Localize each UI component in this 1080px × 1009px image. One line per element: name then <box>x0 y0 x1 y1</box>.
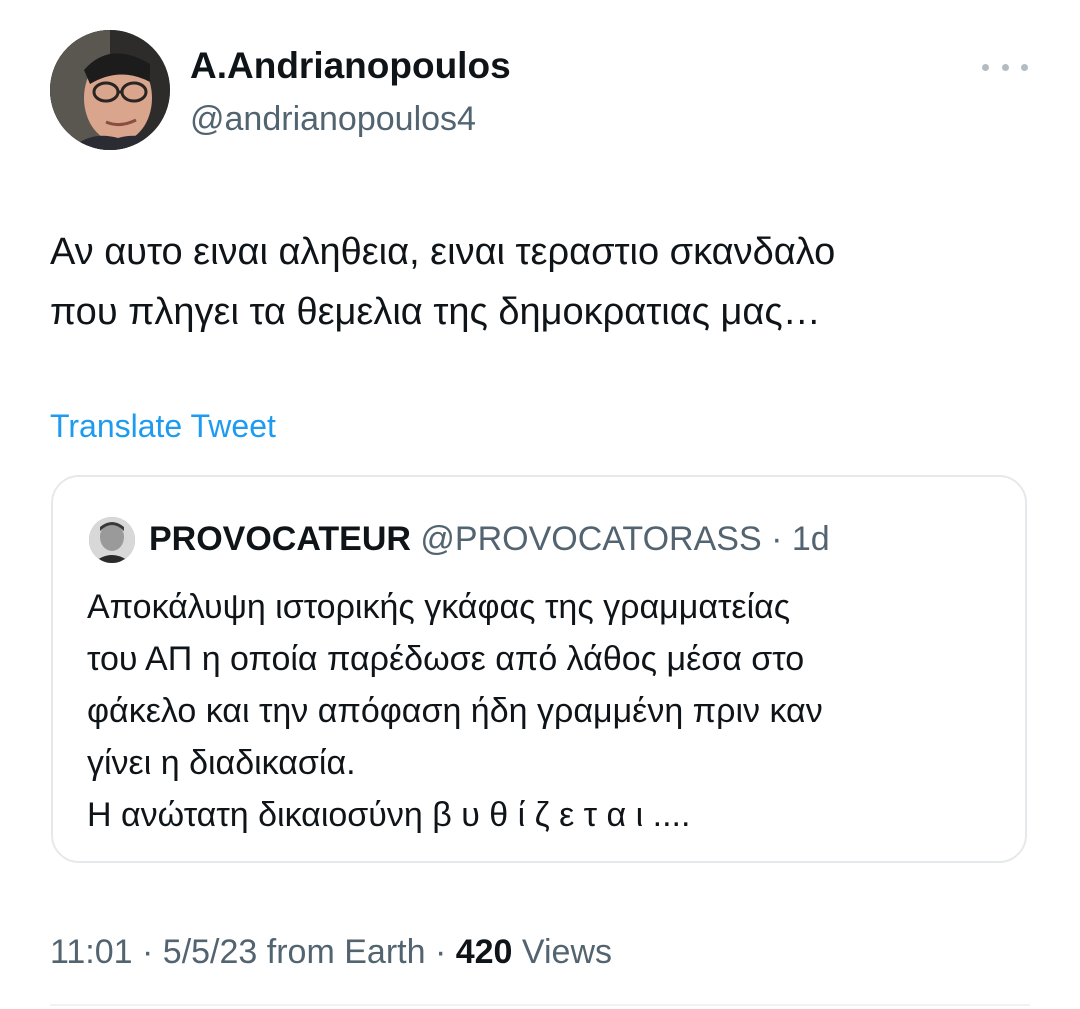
separator-dot: · <box>142 933 154 971</box>
views-count[interactable]: 420 <box>456 933 513 971</box>
quoted-text-line: Η ανώτατη δικαιοσύνη β υ θ ί ζ ε τ α ι .… <box>87 796 691 834</box>
separator-dot: · <box>771 520 783 558</box>
tweet-source: from Earth <box>266 933 426 971</box>
author-avatar-photo <box>50 30 170 150</box>
translate-tweet-link[interactable]: Translate Tweet <box>50 405 276 447</box>
quoted-tweet-card[interactable]: PROVOCATEUR @PROVOCATORASS · 1d Αποκάλυψ… <box>51 475 1027 863</box>
tweet-text-line: που πληγει τα θεμελια της δημοκρατιας μα… <box>50 291 821 333</box>
author-display-name[interactable]: A.Andrianopoulos <box>190 44 511 88</box>
quoted-text-line: φάκελο και την απόφαση ήδη γραμμένη πριν… <box>87 692 823 730</box>
tweet-time[interactable]: 11:01 <box>50 933 133 971</box>
quoted-text-line: Αποκάλυψη ιστορικής γκάφας της γραμματεί… <box>87 588 791 626</box>
quoted-author-name: PROVOCATEUR <box>149 520 411 558</box>
author-avatar[interactable] <box>50 30 170 150</box>
more-options-icon[interactable] <box>982 52 1028 82</box>
separator-dot: · <box>434 933 447 971</box>
dot <box>982 63 989 71</box>
quoted-text-line: του ΑΠ η οποία παρέδωσε από λάθος μέσα σ… <box>87 640 805 678</box>
tweet-date[interactable]: 5/5/23 <box>163 933 258 971</box>
quoted-tweet-header: PROVOCATEUR @PROVOCATORASS · 1d <box>149 517 830 561</box>
quoted-author-handle: @PROVOCATORASS <box>420 520 762 558</box>
tweet-meta: 11:01 · 5/5/23 from Earth · 420 Views <box>50 930 612 974</box>
quoted-tweet-text: Αποκάλυψη ιστορικής γκάφας της γραμματεί… <box>87 581 1007 841</box>
divider <box>50 1004 1030 1006</box>
dot <box>1001 63 1009 71</box>
quoted-tweet-time: 1d <box>791 520 830 558</box>
quoted-avatar-photo <box>89 517 135 563</box>
tweet: A.Andrianopoulos @andrianopoulos4 Αν αυτ… <box>0 0 1080 1009</box>
tweet-text-line: Αν αυτο ειναι αληθεια, ειναι τεραστιο σκ… <box>50 231 836 273</box>
views-label: Views <box>521 933 613 971</box>
dot <box>1021 63 1028 71</box>
author-handle[interactable]: @andrianopoulos4 <box>190 98 476 140</box>
tweet-text: Αν αυτο ειναι αληθεια, ειναι τεραστιο σκ… <box>50 222 1050 342</box>
quoted-text-line: γίνει η διαδικασία. <box>87 744 356 782</box>
quoted-author-avatar <box>89 517 135 563</box>
